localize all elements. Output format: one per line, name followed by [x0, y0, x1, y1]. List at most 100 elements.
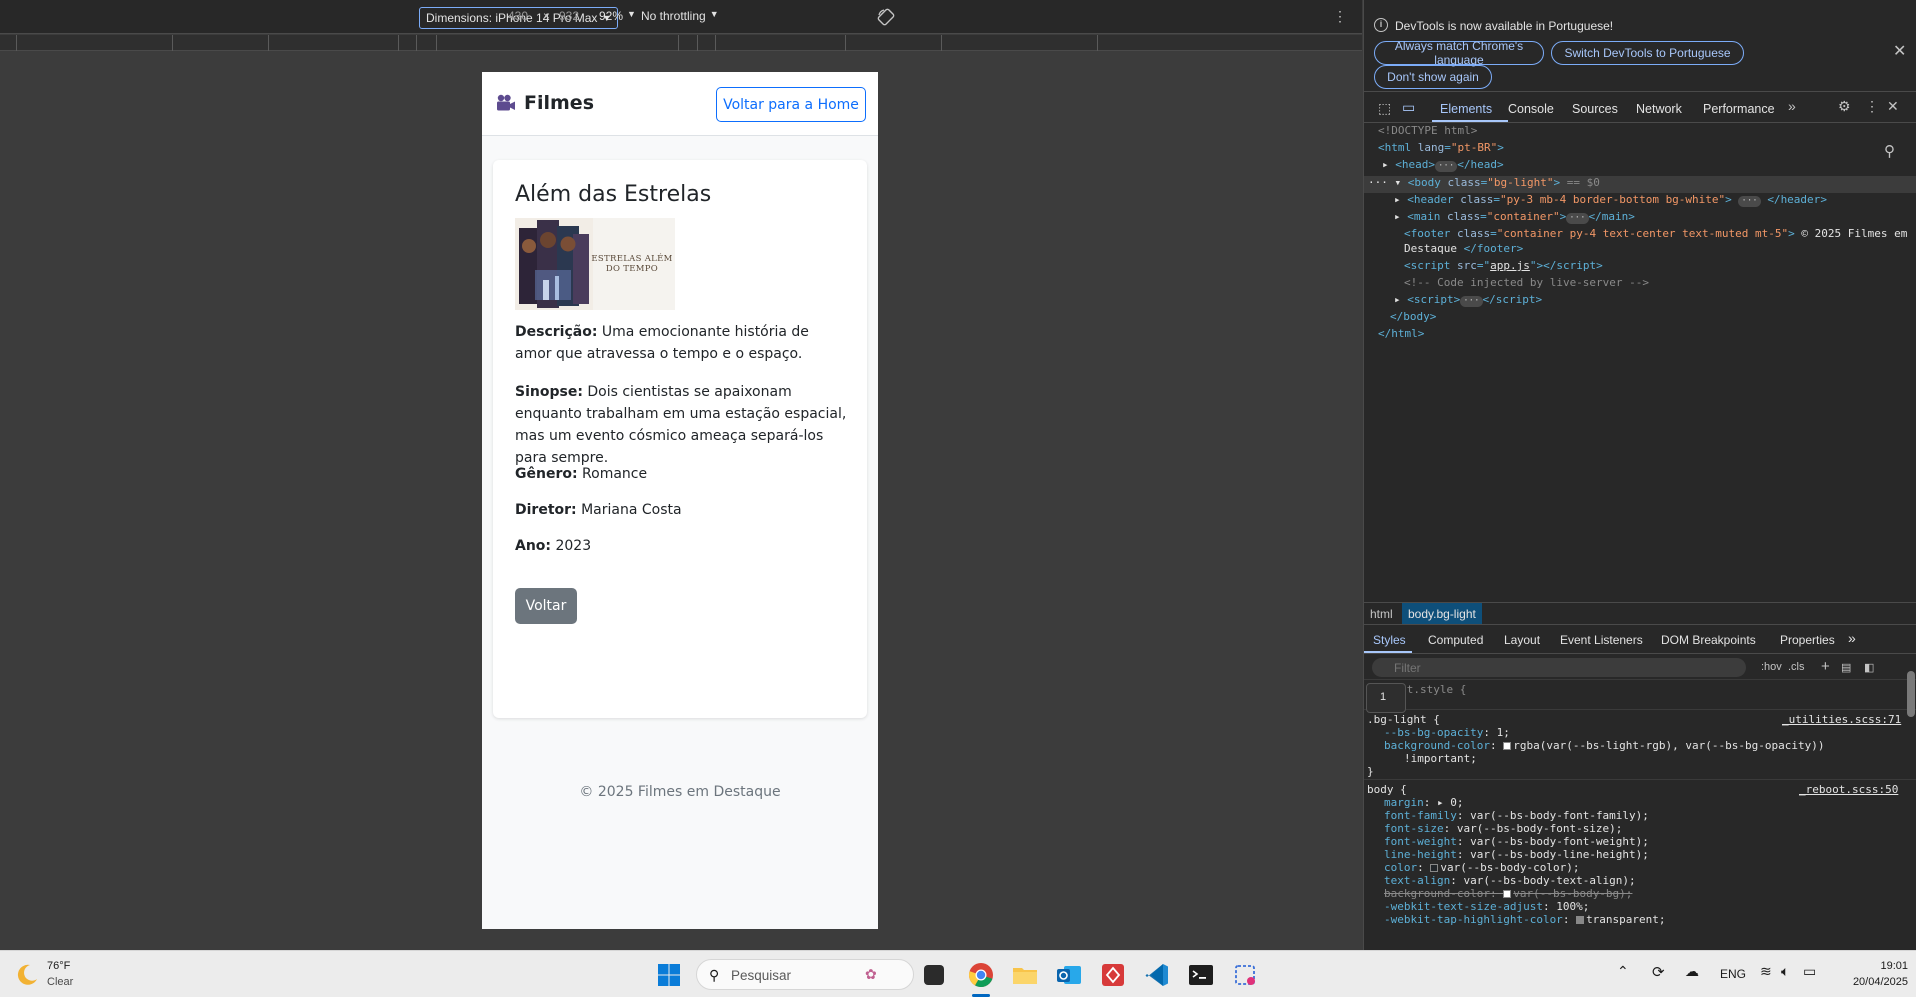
tab-layout[interactable]: Layout: [1504, 633, 1540, 647]
css-property[interactable]: --bs-bg-opacity: 1;: [1384, 726, 1510, 739]
rotate-icon[interactable]: [876, 7, 896, 27]
rule-body-source-link[interactable]: _reboot.scss:50: [1799, 783, 1898, 796]
close-icon[interactable]: ✕: [1887, 98, 1899, 115]
tab-sources[interactable]: Sources: [1572, 102, 1618, 116]
terminal-icon[interactable]: [1187, 961, 1215, 989]
css-property[interactable]: text-align: var(--bs-body-text-align);: [1384, 874, 1636, 887]
dom-footer-node[interactable]: <footer class="container py-4 text-cente…: [1404, 227, 1907, 241]
language-indicator[interactable]: ENG: [1720, 967, 1746, 981]
css-property[interactable]: -webkit-tap-highlight-color: transparent…: [1384, 913, 1666, 926]
chevron-up-icon[interactable]: ⌃: [1617, 963, 1629, 980]
color-swatch-icon: [1430, 864, 1439, 872]
breadcrumb-body[interactable]: body.bg-light: [1402, 603, 1482, 624]
poster-title-text: ESTRELAS ALÉM DO TEMPO: [591, 254, 673, 274]
brand: Filmes: [496, 92, 594, 114]
red-app-icon[interactable]: [1099, 961, 1127, 989]
more-options-icon[interactable]: ⋮: [1333, 9, 1347, 23]
css-property[interactable]: font-weight: var(--bs-body-font-weight);: [1384, 835, 1649, 848]
home-button[interactable]: Voltar para a Home: [716, 87, 866, 122]
throttling-select[interactable]: No throttling ▼: [641, 9, 719, 23]
vscode-icon[interactable]: [1143, 961, 1171, 989]
rule-body-selector[interactable]: body {: [1367, 783, 1407, 796]
css-property[interactable]: line-height: var(--bs-body-line-height);: [1384, 848, 1649, 861]
more-tabs-icon[interactable]: »: [1788, 98, 1796, 114]
css-property[interactable]: color: var(--bs-body-color);: [1384, 861, 1579, 874]
dom-main-node[interactable]: ▸ <main class="container"> ··· </main>: [1394, 210, 1635, 224]
year-label: Ano:: [515, 538, 552, 554]
back-button[interactable]: Voltar: [515, 588, 577, 624]
close-icon[interactable]: ✕: [1893, 41, 1906, 61]
dom-footer-text[interactable]: Destaque </footer>: [1404, 242, 1523, 256]
dom-body-close[interactable]: </body>: [1390, 310, 1436, 324]
genre-value: Romance: [582, 466, 648, 482]
tab-console[interactable]: Console: [1508, 102, 1554, 116]
breadcrumb-html[interactable]: html: [1370, 607, 1393, 621]
dom-html-node[interactable]: <html lang="pt-BR">: [1378, 141, 1504, 155]
css-property[interactable]: font-family: var(--bs-body-font-family);: [1384, 809, 1649, 822]
css-property[interactable]: font-size: var(--bs-body-font-size);: [1384, 822, 1622, 835]
match-language-button[interactable]: Always match Chrome's language: [1374, 39, 1544, 67]
dom-comment[interactable]: <!-- Code injected by live-server -->: [1404, 276, 1649, 290]
tab-dom-breakpoints[interactable]: DOM Breakpoints: [1661, 633, 1756, 647]
active-tab-indicator: [1432, 120, 1508, 122]
dom-html-close[interactable]: </html>: [1378, 327, 1424, 341]
class-toggle[interactable]: .cls: [1788, 661, 1805, 673]
more-tabs-icon[interactable]: »: [1848, 630, 1856, 646]
device-width-input[interactable]: 430: [508, 9, 528, 23]
file-explorer-icon[interactable]: [1011, 961, 1039, 989]
device-toolbar-toggle-icon[interactable]: ▭: [1402, 99, 1415, 116]
update-icon[interactable]: ⟳: [1652, 963, 1665, 981]
rule-bg-light-source-link[interactable]: _utilities.scss:71: [1782, 713, 1901, 726]
moon-icon[interactable]: [14, 962, 40, 988]
css-property[interactable]: margin: ▸ 0;: [1384, 796, 1464, 809]
zoom-select[interactable]: 92% ▼: [599, 9, 636, 23]
dom-body-node[interactable]: ··· ▾ <body class="bg-light"> == $0: [1368, 176, 1600, 190]
dont-show-again-button[interactable]: Don't show again: [1374, 65, 1492, 89]
windows-start-icon[interactable]: [657, 963, 681, 987]
battery-icon[interactable]: ▭: [1803, 963, 1816, 980]
volume-icon[interactable]: 🔈︎: [1781, 963, 1789, 980]
dom-script-appjs[interactable]: <script src="app.js"></script>: [1404, 259, 1603, 273]
device-height-input[interactable]: 932: [559, 9, 579, 23]
movie-synopsis: Sinopse: Dois cientistas se apaixonam en…: [515, 381, 847, 469]
paint-brush-icon[interactable]: ▤: [1841, 661, 1851, 674]
tab-computed[interactable]: Computed: [1428, 633, 1483, 647]
sidebar-toggle-icon[interactable]: ◧: [1864, 661, 1874, 674]
dom-head-node[interactable]: ▸ <head> ··· </head>: [1382, 158, 1504, 172]
wifi-icon[interactable]: ≋: [1760, 963, 1772, 980]
styles-scrollbar[interactable]: [1907, 671, 1915, 717]
snipping-tool-icon[interactable]: [1231, 961, 1259, 989]
tab-event-listeners[interactable]: Event Listeners: [1560, 633, 1643, 647]
outlook-icon[interactable]: [1055, 961, 1083, 989]
tab-elements[interactable]: Elements: [1440, 102, 1492, 116]
hover-state-toggle[interactable]: :hov: [1761, 661, 1782, 673]
css-property-overridden[interactable]: background-color: var(--bs-body-bg);: [1384, 887, 1632, 900]
more-options-icon[interactable]: ⋮: [1865, 98, 1879, 115]
task-view-icon[interactable]: [924, 965, 944, 985]
rule-bg-light-close: }: [1367, 765, 1374, 778]
dom-doctype[interactable]: <!DOCTYPE html>: [1378, 124, 1477, 138]
rule-bg-light-selector[interactable]: .bg-light {: [1367, 713, 1440, 726]
add-rule-icon[interactable]: +: [1821, 658, 1830, 675]
gear-icon[interactable]: ⚙: [1838, 98, 1851, 115]
dom-tree: <!DOCTYPE html> <html lang="pt-BR"> ▸ <h…: [1364, 124, 1916, 602]
clock-date[interactable]: 20/04/2025: [1838, 976, 1908, 988]
switch-language-button[interactable]: Switch DevTools to Portuguese: [1551, 41, 1744, 65]
cloud-icon[interactable]: ☁: [1685, 963, 1699, 980]
styles-filter-input[interactable]: [1372, 658, 1746, 677]
tab-styles[interactable]: Styles: [1373, 633, 1406, 647]
taskbar-search-box[interactable]: ⚲ Pesquisar ✿: [696, 959, 914, 990]
inspect-element-icon[interactable]: ⬚: [1378, 100, 1391, 117]
dom-header-node[interactable]: ▸ <header class="py-3 mb-4 border-bottom…: [1394, 193, 1827, 207]
accessibility-tree-icon[interactable]: ⚲: [1884, 142, 1895, 160]
css-property[interactable]: -webkit-text-size-adjust: 100%;: [1384, 900, 1589, 913]
chrome-icon[interactable]: [967, 961, 995, 989]
tab-performance[interactable]: Performance: [1703, 102, 1775, 116]
tab-network[interactable]: Network: [1636, 102, 1682, 116]
dimension-times-label: ×: [543, 9, 551, 23]
dom-script-node[interactable]: ▸ <script> ··· </script>: [1394, 293, 1542, 307]
css-property[interactable]: background-color: rgba(var(--bs-light-rg…: [1384, 739, 1824, 752]
tab-properties[interactable]: Properties: [1780, 633, 1835, 647]
movie-year: Ano: 2023: [515, 535, 847, 557]
clock-time[interactable]: 19:01: [1868, 960, 1908, 972]
